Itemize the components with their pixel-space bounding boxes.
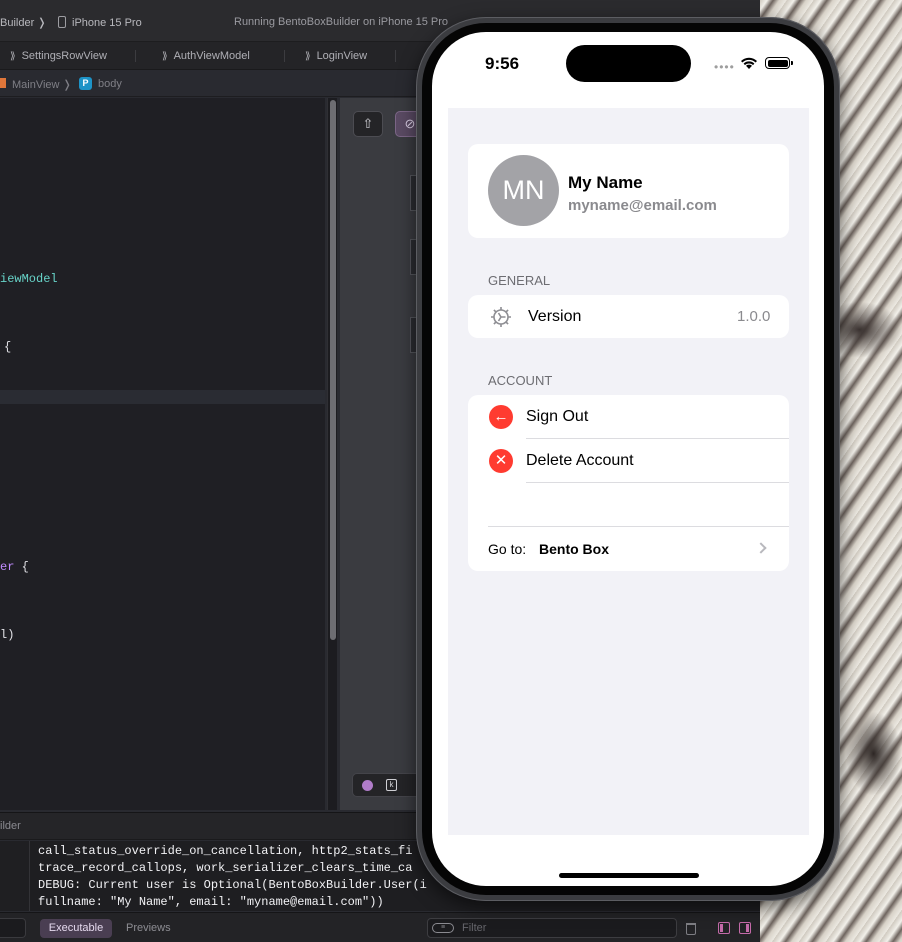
- editor-scrollbar-thumb[interactable]: [330, 100, 336, 640]
- live-preview-icon[interactable]: [362, 780, 373, 791]
- tab-divider: [284, 50, 285, 62]
- show-console-icon[interactable]: [739, 922, 751, 934]
- section-header-general: GENERAL: [488, 273, 551, 288]
- row-divider: [526, 482, 789, 483]
- show-variables-icon[interactable]: [718, 922, 730, 934]
- jump-bar-symbol[interactable]: body: [98, 78, 122, 90]
- sign-out-button[interactable]: Sign Out: [526, 408, 588, 426]
- tab-divider: [135, 50, 136, 62]
- debug-area-title: ilder: [0, 820, 21, 832]
- filter-icon[interactable]: ≡: [432, 923, 454, 933]
- tab-previews[interactable]: Previews: [126, 922, 171, 934]
- tab-executable[interactable]: Executable: [40, 919, 112, 938]
- tab-label: LoginView: [316, 50, 368, 62]
- home-indicator[interactable]: [559, 873, 699, 878]
- debug-area-footer: Executable Previews Filter ≡: [0, 912, 760, 942]
- tab-settings-row-view[interactable]: ⟫ SettingsRowView: [10, 50, 107, 62]
- avatar: MN: [488, 155, 559, 226]
- code-token: {: [14, 560, 29, 574]
- jump-bar-view[interactable]: MainView ❭: [12, 78, 72, 91]
- run-destination-label: iPhone 15 Pro: [72, 17, 142, 29]
- row-divider: [526, 438, 789, 439]
- row-divider: [488, 526, 789, 527]
- status-bar-time: 9:56: [485, 54, 520, 73]
- code-editor[interactable]: iewModel { er { l): [0, 98, 325, 810]
- goto-bento-box-link[interactable]: Bento Box: [539, 541, 609, 557]
- scheme-selector[interactable]: Builder ❭: [0, 16, 47, 29]
- property-badge-icon: P: [79, 77, 92, 90]
- profile-email: myname@email.com: [568, 197, 717, 214]
- sign-out-icon: ←: [489, 405, 513, 429]
- tab-label: AuthViewModel: [173, 50, 250, 62]
- battery-icon: [765, 57, 793, 69]
- variables-view: [0, 841, 30, 911]
- tab-auth-view-model[interactable]: ⟫ AuthViewModel: [162, 50, 250, 62]
- section-header-account: ACCOUNT: [488, 373, 553, 388]
- selectable-mode-icon[interactable]: k: [386, 779, 397, 791]
- editor-scrollbar[interactable]: [327, 98, 337, 810]
- delete-account-icon: ✕: [489, 449, 513, 473]
- code-token: er: [0, 560, 15, 574]
- dynamic-island: [566, 45, 691, 82]
- code-line: l): [0, 628, 15, 642]
- run-destination[interactable]: iPhone 15 Pro: [58, 16, 142, 29]
- code-line: er {: [0, 560, 29, 574]
- pin-preview-button[interactable]: ⇧: [353, 111, 383, 137]
- goto-label[interactable]: Go to:: [488, 541, 526, 557]
- swift-file-icon: [0, 78, 6, 88]
- swift-file-icon: ⟫: [162, 51, 168, 62]
- code-line: {: [4, 340, 12, 354]
- variables-filter-field[interactable]: [0, 918, 26, 938]
- console-filter-input[interactable]: Filter: [427, 918, 677, 938]
- code-line: iewModel: [0, 272, 58, 286]
- tab-login-view[interactable]: ⟫ LoginView: [305, 50, 367, 62]
- activity-status: Running BentoBoxBuilder on iPhone 15 Pro: [234, 16, 449, 28]
- trash-icon[interactable]: [686, 923, 696, 935]
- delete-account-button[interactable]: Delete Account: [526, 452, 634, 470]
- wifi-icon: [741, 57, 757, 69]
- cellular-signal-icon: ••••: [714, 60, 735, 74]
- version-label: Version: [528, 308, 582, 325]
- gear-icon: [491, 307, 511, 327]
- version-value: 1.0.0: [737, 308, 771, 325]
- iphone-icon: [58, 16, 66, 28]
- swift-file-icon: ⟫: [10, 51, 16, 62]
- swift-file-icon: ⟫: [305, 51, 311, 62]
- current-line-highlight: [0, 390, 325, 404]
- tab-divider: [395, 50, 396, 62]
- profile-full-name: My Name: [568, 173, 643, 192]
- tab-label: SettingsRowView: [21, 50, 107, 62]
